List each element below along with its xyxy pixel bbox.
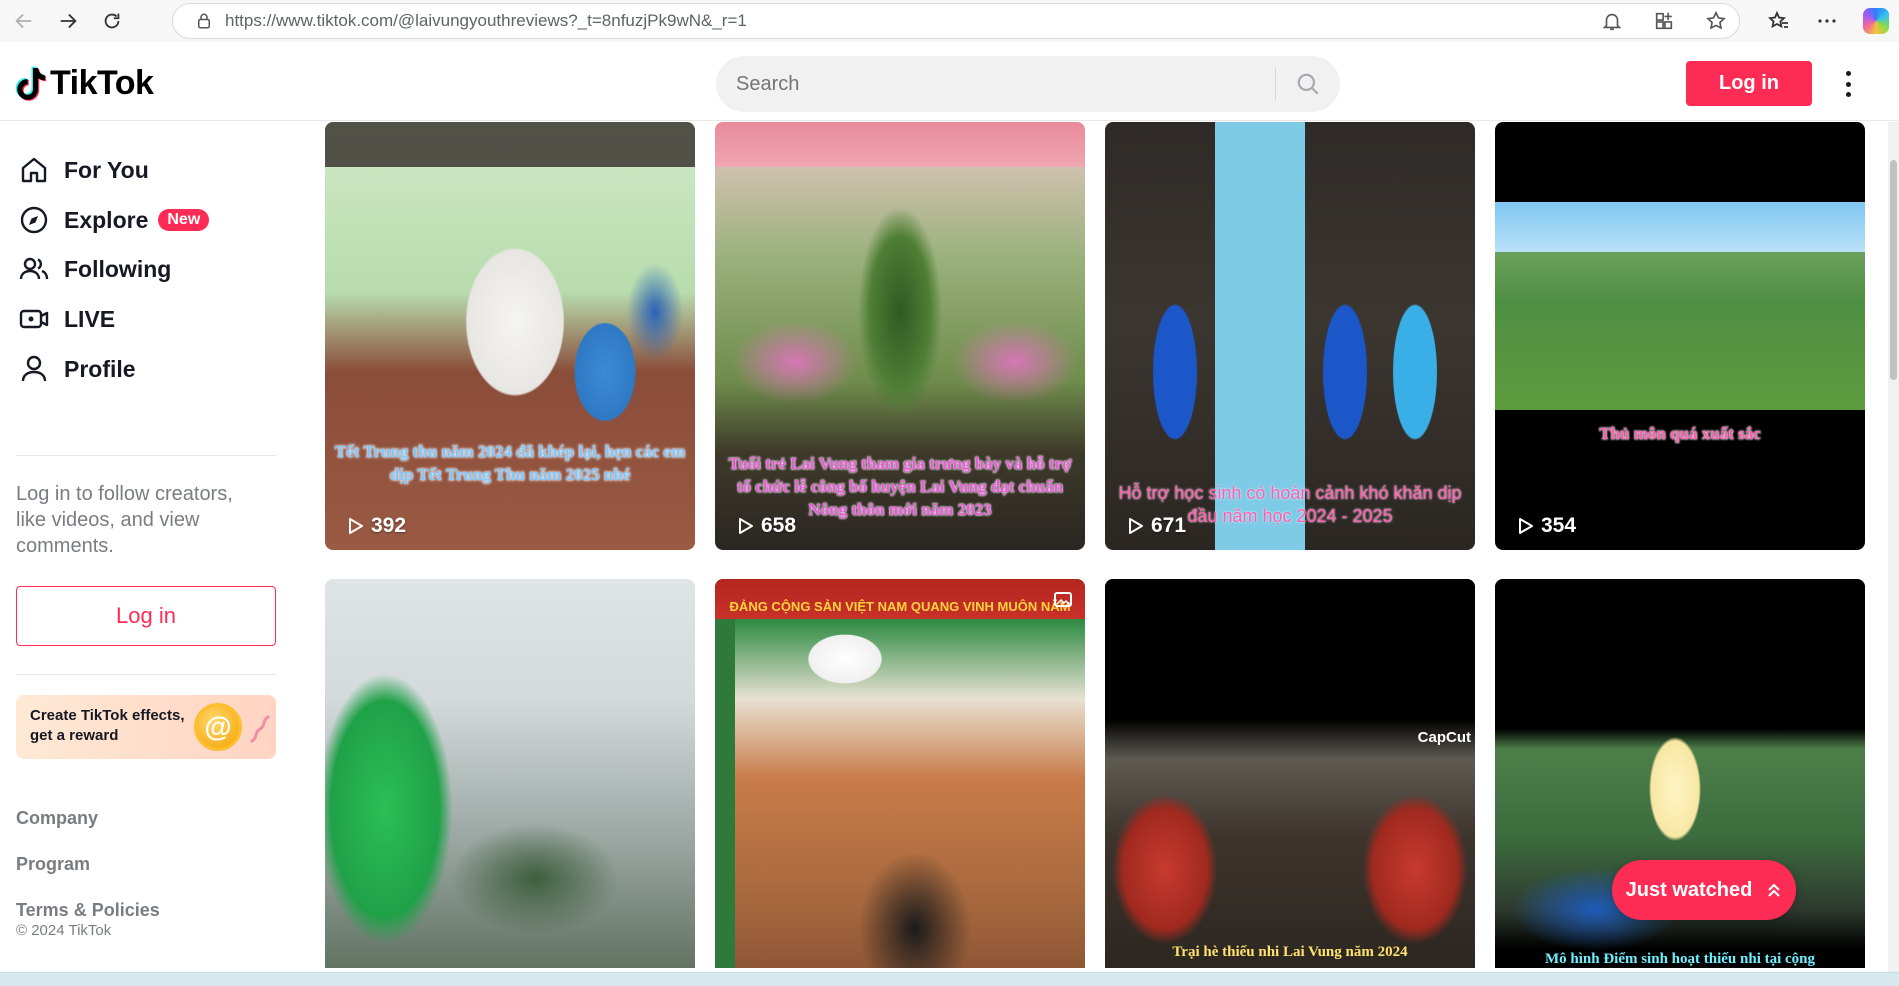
video-caption: Tuổi trẻ Lai Vung tham gia trưng bày và … [728, 454, 1072, 519]
footer-company-link[interactable]: Company [16, 808, 98, 829]
view-count: 671 [1125, 514, 1186, 538]
nav-label: Profile [64, 355, 136, 382]
video-thumbnail [1105, 579, 1475, 968]
double-chevron-up-icon [1768, 883, 1781, 897]
promo-line-2: get a reward [30, 727, 119, 744]
search-icon [1297, 73, 1319, 95]
squiggle-decoration [250, 715, 270, 743]
header-more-menu[interactable] [1838, 68, 1858, 100]
apps-icon[interactable] [1653, 10, 1675, 32]
more-icon[interactable] [1815, 9, 1839, 33]
browser-toolbar: https://www.tiktok.com/@laivungyouthrevi… [0, 0, 1899, 42]
video-card[interactable]: Thủ môn quá xuất sắc 354 [1495, 122, 1865, 550]
bell-icon[interactable] [1601, 10, 1623, 32]
back-button[interactable] [4, 1, 44, 41]
footer-program-link[interactable]: Program [16, 854, 90, 875]
nav-label: LIVE [64, 305, 116, 332]
sidebar-login-button[interactable]: Log in [16, 586, 276, 646]
sidebar-divider [16, 674, 276, 675]
url-text: https://www.tiktok.com/@laivungyouthrevi… [225, 11, 747, 30]
scrollbar-thumb[interactable] [1890, 160, 1897, 380]
new-badge: New [158, 209, 210, 231]
home-icon [21, 157, 47, 183]
video-thumbnail [715, 579, 1085, 968]
forward-icon [60, 13, 77, 29]
capcut-watermark: CapCut [1417, 729, 1471, 746]
promo-line-1: Create TikTok effects, [30, 707, 185, 724]
view-count-value: 658 [761, 514, 797, 537]
users-icon [19, 257, 49, 280]
view-count-value: 392 [371, 514, 407, 537]
copilot-icon[interactable] [1863, 8, 1889, 34]
video-grid: Tết Trung thu năm 2024 đã khép lại, hẹn … [325, 122, 1870, 968]
promo-text: Create TikTok effects, get a reward [30, 706, 185, 746]
nav-label: Explore [64, 206, 149, 233]
search-button[interactable] [1276, 56, 1340, 112]
refresh-button[interactable] [92, 1, 132, 41]
play-icon [349, 518, 363, 534]
sidebar: For You Explore New Following LIVE Profi… [0, 122, 300, 972]
just-watched-label: Just watched [1625, 878, 1753, 901]
video-card[interactable]: Hỗ trợ học sinh có hoàn cảnh khó khăn dị… [1105, 122, 1475, 550]
video-caption: Thủ môn quá xuất sắc [1599, 424, 1761, 443]
search-input[interactable] [736, 72, 1275, 96]
tiktok-logo[interactable]: TikTok [14, 64, 154, 103]
live-icon [19, 309, 49, 329]
nav-explore[interactable]: Explore New [18, 204, 210, 236]
view-count: 354 [1515, 514, 1576, 538]
video-card[interactable]: ĐẢNG CỘNG SẢN VIỆT NAM QUANG VINH MUÔN N… [715, 579, 1085, 968]
header-login-button[interactable]: Log in [1686, 61, 1812, 106]
footer-terms-link[interactable]: Terms & Policies [16, 900, 160, 921]
nav-for-you[interactable]: For You [18, 154, 149, 186]
site-header: TikTok Log in [0, 42, 1899, 121]
play-icon [1519, 518, 1533, 534]
taskbar-strip [0, 972, 1899, 986]
video-card[interactable]: Tết Trung thu năm 2024 đã khép lại, hẹn … [325, 122, 695, 550]
image-post-icon [1054, 592, 1072, 607]
video-card[interactable]: CapCut Trại hè thiếu nhi Lai Vung năm 20… [1105, 579, 1475, 968]
video-card[interactable] [325, 579, 695, 968]
video-caption: Trại hè thiếu nhi Lai Vung năm 2024 [1172, 944, 1408, 960]
nav-label: For You [64, 156, 149, 183]
compass-icon [20, 206, 48, 234]
login-hint: Log in to follow creators, like videos, … [16, 483, 233, 557]
play-icon [1129, 518, 1143, 534]
address-bar[interactable]: https://www.tiktok.com/@laivungyouthrevi… [172, 3, 1740, 39]
effects-promo-banner[interactable]: Create TikTok effects, get a reward @ [16, 695, 276, 759]
nav-profile[interactable]: Profile [18, 353, 136, 385]
forward-button[interactable] [48, 1, 88, 41]
favorites-icon[interactable] [1767, 9, 1791, 33]
play-icon [739, 518, 753, 534]
view-count: 392 [345, 514, 406, 538]
video-thumbnail [325, 579, 695, 968]
view-count: 658 [735, 514, 796, 538]
back-icon [15, 13, 32, 29]
copyright: © 2024 TikTok [16, 922, 112, 939]
person-icon [21, 355, 47, 382]
nav-following[interactable]: Following [18, 253, 171, 285]
tiktok-note-icon [15, 66, 46, 101]
nav-live[interactable]: LIVE [18, 303, 115, 335]
logo-wordmark: TikTok [50, 64, 154, 102]
video-card[interactable]: Tuổi trẻ Lai Vung tham gia trưng bày và … [715, 122, 1085, 550]
video-thumbnail [1495, 122, 1865, 550]
star-icon[interactable] [1705, 10, 1727, 32]
refresh-icon [104, 13, 120, 29]
sidebar-divider [16, 455, 276, 456]
search-bar [716, 56, 1340, 112]
lock-icon [198, 13, 210, 29]
video-caption: Mô hình Điểm sinh hoạt thiếu nhi tại cộn… [1544, 951, 1816, 967]
view-count-value: 671 [1151, 514, 1187, 537]
reward-coin-icon: @ [194, 703, 242, 751]
just-watched-button[interactable]: Just watched [1612, 860, 1796, 920]
video-caption: ĐẢNG CỘNG SẢN VIỆT NAM QUANG VINH MUÔN N… [729, 599, 1071, 614]
nav-label: Following [64, 255, 172, 282]
video-caption: Tết Trung thu năm 2024 đã khép lại, hẹn … [334, 442, 686, 484]
view-count-value: 354 [1541, 514, 1577, 537]
